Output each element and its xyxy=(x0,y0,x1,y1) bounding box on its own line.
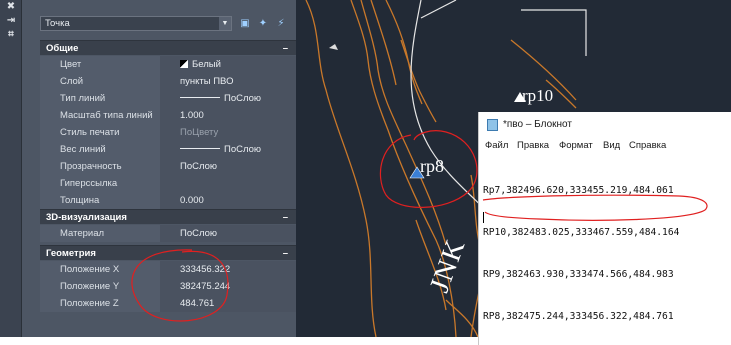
rp8-label: rp8 xyxy=(420,156,444,176)
red-annotation-ellipse xyxy=(131,249,229,322)
notepad-window: *пво – Блокнот Файл Правка Формат Вид Сп… xyxy=(478,112,731,345)
rp10-label: rp10 xyxy=(522,86,554,105)
autohide-icon[interactable]: ⇥ xyxy=(0,14,22,28)
screenshot-root: ✖ ⇥ ⌗ Точка ▼ ▣ ✦ ⚡ Общие – Цвет Белый С… xyxy=(0,0,731,345)
point-marker-small xyxy=(329,44,338,50)
palette-title-strip: ✖ ⇥ ⌗ xyxy=(0,0,22,337)
properties-palette: Точка ▼ ▣ ✦ ⚡ Общие – Цвет Белый Слой пу… xyxy=(22,0,296,337)
bottom-margin xyxy=(0,337,478,345)
close-icon[interactable]: ✖ xyxy=(0,0,22,14)
red-annotation-underline xyxy=(482,194,708,221)
properties-menu-icon[interactable]: ⌗ xyxy=(0,28,22,42)
